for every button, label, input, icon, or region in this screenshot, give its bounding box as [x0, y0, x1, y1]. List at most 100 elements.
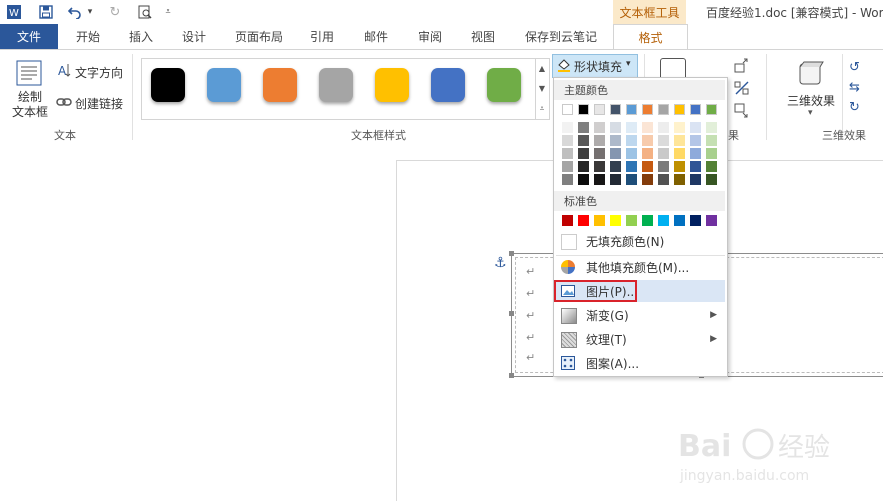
tab-format[interactable]: 格式	[613, 24, 688, 49]
gallery-scroll[interactable]: ▲ ▼ ⩡	[535, 58, 550, 120]
theme-shade-swatch[interactable]	[706, 135, 717, 146]
theme-shade-swatch[interactable]	[658, 161, 669, 172]
theme-color-swatch[interactable]	[626, 104, 637, 115]
tilt-left-icon[interactable]: ⇆	[849, 78, 869, 98]
3d-effects-dropdown-icon[interactable]: ▾	[808, 108, 813, 118]
theme-shade-swatch[interactable]	[562, 174, 573, 185]
theme-shade-swatch[interactable]	[658, 135, 669, 146]
style-swatch-black[interactable]	[151, 68, 185, 102]
theme-shade-swatch[interactable]	[610, 135, 621, 146]
resize-handle[interactable]	[509, 311, 514, 316]
tab-file[interactable]: 文件	[0, 24, 58, 49]
theme-color-swatch[interactable]	[658, 104, 669, 115]
theme-shade-swatch[interactable]	[594, 148, 605, 159]
style-swatch-gray[interactable]	[319, 68, 353, 102]
standard-color-swatch[interactable]	[706, 215, 717, 226]
theme-shade-swatch[interactable]	[626, 135, 637, 146]
theme-shade-swatch[interactable]	[594, 135, 605, 146]
theme-shade-swatch[interactable]	[674, 135, 685, 146]
theme-shade-swatch[interactable]	[610, 161, 621, 172]
theme-shade-swatch[interactable]	[626, 174, 637, 185]
theme-shade-swatch[interactable]	[578, 135, 589, 146]
theme-shade-swatch[interactable]	[610, 148, 621, 159]
nudge-shadow-down-icon[interactable]	[733, 102, 751, 118]
theme-shade-swatch[interactable]	[562, 161, 573, 172]
theme-shade-swatch[interactable]	[658, 174, 669, 185]
theme-shade-swatch[interactable]	[706, 161, 717, 172]
undo-dropdown-icon[interactable]: ▾	[86, 3, 94, 21]
theme-shade-swatch[interactable]	[578, 174, 589, 185]
create-link-button[interactable]: 创建链接	[75, 95, 123, 112]
theme-shade-swatch[interactable]	[562, 122, 573, 133]
theme-shade-swatch[interactable]	[674, 122, 685, 133]
theme-shade-swatch[interactable]	[690, 174, 701, 185]
standard-color-swatch[interactable]	[658, 215, 669, 226]
theme-shade-swatch[interactable]	[642, 174, 653, 185]
tab-design[interactable]: 设计	[166, 24, 222, 49]
style-swatch-green[interactable]	[487, 68, 521, 102]
standard-color-swatch[interactable]	[578, 215, 589, 226]
theme-shade-swatch[interactable]	[610, 174, 621, 185]
theme-shade-swatch[interactable]	[642, 135, 653, 146]
pattern-fill-option[interactable]: 图案(A)...	[556, 352, 725, 374]
standard-color-swatch[interactable]	[594, 215, 605, 226]
theme-shade-swatch[interactable]	[610, 122, 621, 133]
tab-page-layout[interactable]: 页面布局	[222, 24, 296, 49]
style-swatch-gold[interactable]	[375, 68, 409, 102]
undo-icon[interactable]	[66, 3, 84, 21]
3d-effects-button[interactable]: 三维效果	[787, 92, 835, 109]
theme-shade-swatch[interactable]	[594, 174, 605, 185]
resize-handle[interactable]	[509, 251, 514, 256]
theme-shade-swatch[interactable]	[690, 161, 701, 172]
theme-shade-swatch[interactable]	[674, 148, 685, 159]
theme-shade-swatch[interactable]	[578, 148, 589, 159]
standard-color-swatch[interactable]	[562, 215, 573, 226]
customize-icon[interactable]: ⩡	[163, 3, 173, 21]
texture-fill-option[interactable]: 纹理(T) ▶	[556, 328, 725, 350]
theme-shade-swatch[interactable]	[642, 148, 653, 159]
style-swatch-blue[interactable]	[207, 68, 241, 102]
theme-color-swatch[interactable]	[562, 104, 573, 115]
theme-color-swatch[interactable]	[690, 104, 701, 115]
tilt-up-icon[interactable]: ↺	[849, 58, 869, 78]
style-swatch-orange[interactable]	[263, 68, 297, 102]
theme-shade-swatch[interactable]	[626, 161, 637, 172]
theme-shade-swatch[interactable]	[706, 122, 717, 133]
tab-references[interactable]: 引用	[296, 24, 348, 49]
theme-shade-swatch[interactable]	[562, 148, 573, 159]
theme-color-swatch[interactable]	[594, 104, 605, 115]
theme-shade-swatch[interactable]	[706, 148, 717, 159]
theme-shade-swatch[interactable]	[578, 122, 589, 133]
more-fill-colors-option[interactable]: 其他填充颜色(M)...	[556, 256, 725, 278]
tab-view[interactable]: 视图	[456, 24, 510, 49]
theme-shade-swatch[interactable]	[658, 122, 669, 133]
theme-color-swatch[interactable]	[610, 104, 621, 115]
save-icon[interactable]	[38, 3, 54, 21]
3d-effects-icon[interactable]	[795, 58, 825, 88]
theme-shade-swatch[interactable]	[642, 122, 653, 133]
tab-insert[interactable]: 插入	[116, 24, 166, 49]
theme-shade-swatch[interactable]	[562, 135, 573, 146]
theme-color-swatch[interactable]	[706, 104, 717, 115]
theme-color-swatch[interactable]	[674, 104, 685, 115]
standard-color-swatch[interactable]	[626, 215, 637, 226]
theme-shade-swatch[interactable]	[690, 122, 701, 133]
theme-shade-swatch[interactable]	[642, 161, 653, 172]
style-swatch-dark-blue[interactable]	[431, 68, 465, 102]
theme-shade-swatch[interactable]	[594, 122, 605, 133]
3d-tilt-controls[interactable]: ↺ ⇆ ↻	[849, 58, 869, 118]
standard-color-swatch[interactable]	[642, 215, 653, 226]
theme-shade-swatch[interactable]	[706, 174, 717, 185]
tilt-down-icon[interactable]: ↻	[849, 98, 869, 118]
nudge-shadow-up-icon[interactable]	[733, 58, 751, 74]
theme-shade-swatch[interactable]	[690, 148, 701, 159]
theme-shade-swatch[interactable]	[578, 161, 589, 172]
standard-color-swatch[interactable]	[674, 215, 685, 226]
no-fill-option[interactable]: 无填充颜色(N)	[556, 230, 725, 252]
standard-color-swatch[interactable]	[690, 215, 701, 226]
tab-mailings[interactable]: 邮件	[348, 24, 404, 49]
theme-shade-swatch[interactable]	[674, 161, 685, 172]
word-logo-icon[interactable]: W	[6, 3, 22, 21]
tab-home[interactable]: 开始	[60, 24, 116, 49]
draw-textbox-button[interactable]: 绘制 文本框	[10, 90, 50, 120]
